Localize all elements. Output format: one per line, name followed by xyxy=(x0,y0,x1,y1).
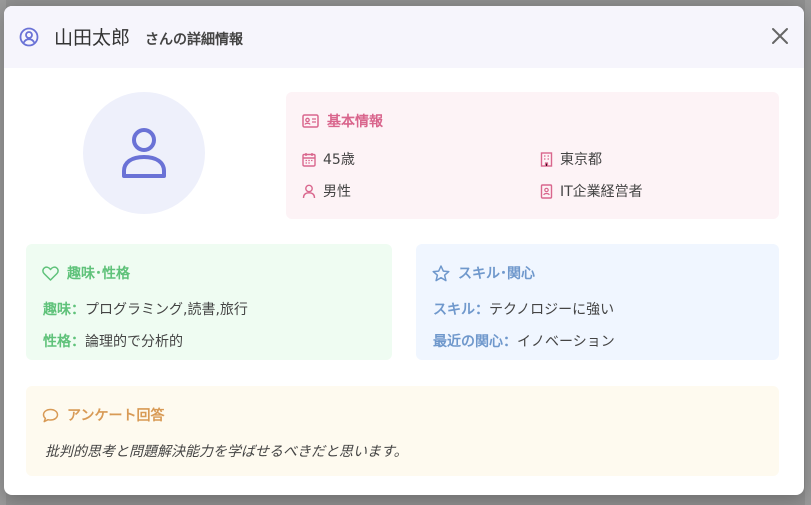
badge-icon xyxy=(540,183,553,199)
personality-line: 性格：論理的で分析的 xyxy=(43,331,183,351)
calendar-icon xyxy=(302,152,316,167)
backdrop-right xyxy=(805,0,811,505)
close-icon xyxy=(772,28,788,44)
chat-icon xyxy=(42,408,59,422)
user-detail-modal: 山田太郎 さんの詳細情報 基本情報 45歳 東京都 男性 IT企業経営者 趣味･… xyxy=(4,6,804,495)
hobby-title: 趣味･性格 xyxy=(67,266,130,282)
title-suffix: さんの詳細情報 xyxy=(145,32,243,48)
hobby-heading: 趣味･性格 xyxy=(42,263,130,283)
age-item: 45歳 xyxy=(302,149,355,169)
survey-answer: 批判的思考と問題解決能力を学ばせるべきだと思います。 xyxy=(45,444,408,460)
occupation-item: IT企業経営者 xyxy=(540,181,643,201)
user-icon xyxy=(122,128,166,178)
person-icon xyxy=(302,184,316,198)
id-card-icon xyxy=(302,114,319,128)
interest-label: 最近の関心： xyxy=(433,334,517,350)
hobby-line: 趣味：プログラミング,読書,旅行 xyxy=(43,299,248,319)
user-name-title: 山田太郎 xyxy=(54,27,131,49)
skill-line: スキル：テクノロジーに強い xyxy=(433,299,614,319)
avatar xyxy=(83,92,205,214)
interest-value: イノベーション xyxy=(517,334,615,350)
close-button[interactable] xyxy=(770,26,790,46)
skill-label: スキル： xyxy=(433,302,489,318)
gender-value: 男性 xyxy=(323,184,351,200)
building-icon xyxy=(540,151,553,167)
skill-heading: スキル･関心 xyxy=(432,263,535,283)
skill-card: スキル･関心 スキル：テクノロジーに強い 最近の関心：イノベーション xyxy=(416,244,779,360)
basic-info-title: 基本情報 xyxy=(327,114,383,130)
hobby-label: 趣味： xyxy=(43,302,85,318)
personality-value: 論理的で分析的 xyxy=(85,334,183,350)
basic-info-heading: 基本情報 xyxy=(302,111,383,131)
occupation-value: IT企業経営者 xyxy=(560,184,643,200)
gender-item: 男性 xyxy=(302,181,351,201)
location-item: 東京都 xyxy=(540,149,602,169)
hobby-card: 趣味･性格 趣味：プログラミング,読書,旅行 性格：論理的で分析的 xyxy=(26,244,392,360)
survey-card: アンケート回答 批判的思考と問題解決能力を学ばせるべきだと思います。 xyxy=(26,386,779,476)
survey-title: アンケート回答 xyxy=(67,408,165,424)
location-value: 東京都 xyxy=(560,152,602,168)
skill-title: スキル･関心 xyxy=(458,266,535,282)
age-value: 45歳 xyxy=(323,152,355,168)
interest-line: 最近の関心：イノベーション xyxy=(433,331,615,351)
survey-heading: アンケート回答 xyxy=(42,405,164,425)
heart-icon xyxy=(42,265,59,281)
personality-label: 性格： xyxy=(43,334,85,350)
hobby-value: プログラミング,読書,旅行 xyxy=(85,302,248,318)
modal-header: 山田太郎 さんの詳細情報 xyxy=(4,6,804,68)
user-circle-icon xyxy=(19,27,39,47)
star-icon xyxy=(432,264,450,281)
basic-info-card: 基本情報 45歳 東京都 男性 IT企業経営者 xyxy=(286,92,779,219)
skill-value: テクノロジーに強い xyxy=(489,302,615,318)
